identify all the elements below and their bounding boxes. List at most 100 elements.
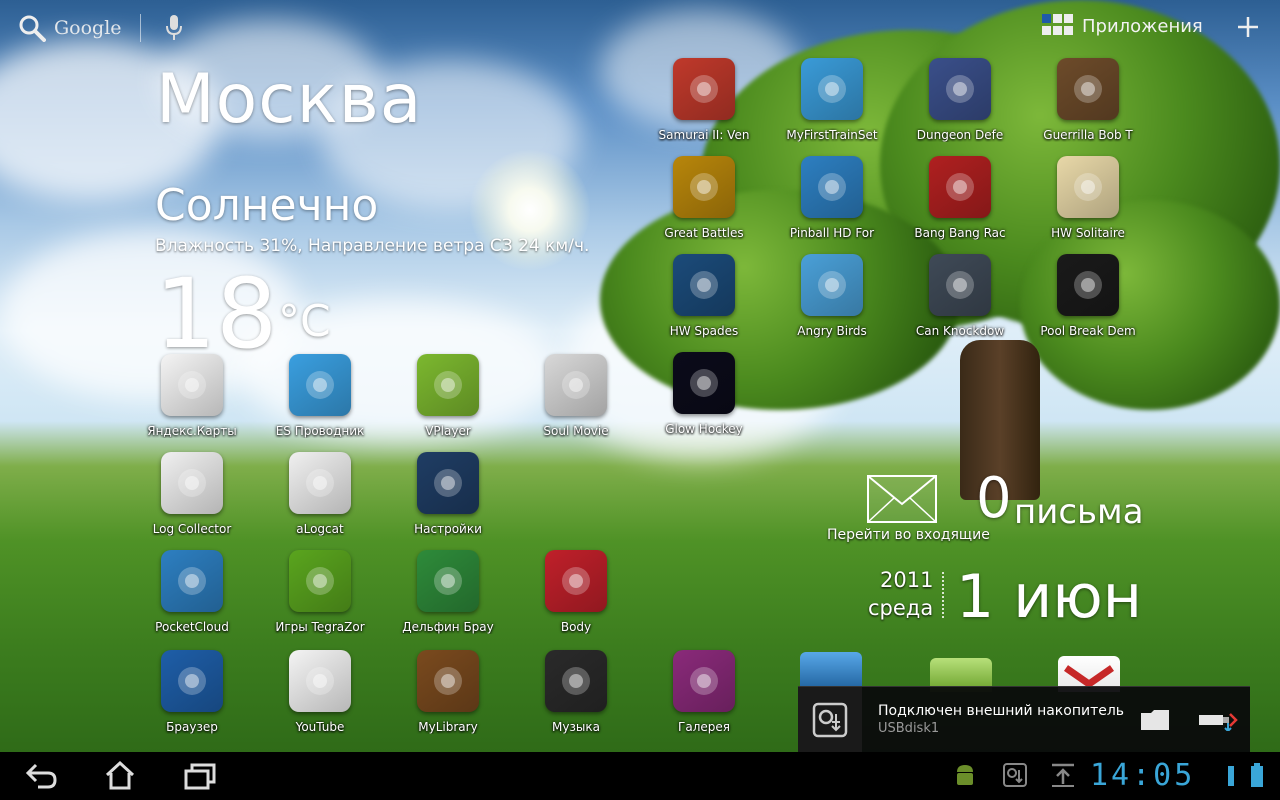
spades-icon (673, 254, 735, 316)
usb-notification[interactable]: Подключен внешний накопитель USBdisk1 (798, 686, 1250, 753)
app-settings[interactable]: Настройки (388, 452, 508, 536)
log-collector-icon (161, 452, 223, 514)
app-youtube[interactable]: YouTube (260, 650, 380, 734)
app-angry-birds[interactable]: Angry Birds (772, 254, 892, 338)
app-label: HW Spades (669, 324, 739, 338)
app-label: Glow Hockey (665, 422, 743, 436)
notification-subtitle: USBdisk1 (878, 721, 940, 736)
pool-ball-icon (1057, 254, 1119, 316)
app-label: HW Solitaire (1051, 226, 1125, 240)
dolphin-browser-icon (417, 550, 479, 612)
app-racing-car[interactable]: Bang Bang Rac (900, 156, 1020, 240)
app-log-collector[interactable]: Log Collector (132, 452, 252, 536)
app-label: Браузер (166, 720, 218, 734)
samurai-game-icon (673, 58, 735, 120)
headphones-icon (545, 650, 607, 712)
app-label: aLogcat (296, 522, 344, 536)
app-heart[interactable]: Body (516, 550, 636, 634)
home-button[interactable] (104, 760, 136, 794)
home-icon (105, 760, 135, 790)
app-label: Pinball HD For (789, 226, 875, 240)
back-arrow-icon (25, 763, 57, 789)
app-label: Soul Movie (543, 424, 609, 438)
app-label: YouTube (295, 720, 345, 734)
mail-word: письма (1014, 492, 1144, 532)
app-label: MyFirstTrainSet (786, 128, 878, 142)
date-separator (942, 572, 944, 618)
weather-unit: °C (278, 296, 331, 347)
app-globe-browser[interactable]: Браузер (132, 650, 252, 734)
usb-storage-icon (798, 687, 862, 753)
battery-icon[interactable] (1250, 762, 1264, 792)
app-train-set[interactable]: MyFirstTrainSet (772, 58, 892, 142)
date-day-month: 1 июн (956, 562, 1142, 632)
racing-car-icon (929, 156, 991, 218)
app-pool-ball[interactable]: Pool Break Dem (1028, 254, 1148, 338)
gallery-icon (673, 650, 735, 712)
app-spades[interactable]: HW Spades (644, 254, 764, 338)
usb-connected-icon[interactable] (1002, 762, 1028, 792)
app-dolphin-browser[interactable]: Дельфин Брау (388, 550, 508, 634)
go-to-inbox-link[interactable]: Перейти во входящие (827, 527, 990, 543)
google-search-bar[interactable]: Google (18, 14, 122, 42)
app-pocketcloud[interactable]: PocketCloud (132, 550, 252, 634)
app-book[interactable]: MyLibrary (388, 650, 508, 734)
yandex-maps-icon (161, 354, 223, 416)
app-glow-hockey[interactable]: Glow Hockey (644, 352, 764, 436)
add-widget-button[interactable] (1236, 15, 1260, 39)
app-label: Дельфин Брау (402, 620, 494, 634)
back-button[interactable] (24, 762, 58, 794)
heart-icon (545, 550, 607, 612)
app-label: PocketCloud (155, 620, 229, 634)
app-label: Body (560, 620, 592, 634)
app-es-explorer[interactable]: ES Проводник (260, 354, 380, 438)
wifi-signal-icon[interactable] (1226, 762, 1236, 792)
microphone-icon (166, 15, 182, 40)
app-yandex-maps[interactable]: Яндекс.Карты (132, 354, 252, 438)
voice-search-button[interactable] (164, 14, 184, 42)
envelope-icon[interactable] (866, 474, 938, 528)
app-vplayer[interactable]: VPlayer (388, 354, 508, 438)
settings-icon (417, 452, 479, 514)
app-film-reel[interactable]: Soul Movie (516, 354, 636, 438)
pinball-icon (801, 156, 863, 218)
app-alogcat[interactable]: aLogcat (260, 452, 380, 536)
apps-button[interactable]: Приложения (1042, 14, 1203, 38)
apps-label: Приложения (1082, 15, 1203, 37)
recent-apps-icon (184, 763, 216, 790)
date-year: 2011 (880, 568, 934, 592)
angry-birds-icon (801, 254, 863, 316)
book-icon (417, 650, 479, 712)
app-solitaire[interactable]: HW Solitaire (1028, 156, 1148, 240)
app-guerrilla-bob[interactable]: Guerrilla Bob T (1028, 58, 1148, 142)
notification-title: Подключен внешний накопитель (878, 703, 1125, 719)
app-headphones[interactable]: Музыка (516, 650, 636, 734)
status-clock[interactable]: 14:05 (1090, 758, 1195, 793)
app-pinball[interactable]: Pinball HD For (772, 156, 892, 240)
app-dungeon-defenders[interactable]: Dungeon Defe (900, 58, 1020, 142)
app-label: Great Battles (664, 226, 744, 240)
app-label: Can Knockdow (915, 324, 1005, 338)
app-can-knockdown[interactable]: Can Knockdow (900, 254, 1020, 338)
nvidia-tegra-icon (289, 550, 351, 612)
solitaire-icon (1057, 156, 1119, 218)
history-channel-icon (673, 156, 735, 218)
folder-icon[interactable] (1140, 709, 1170, 735)
app-history-channel[interactable]: Great Battles (644, 156, 764, 240)
search-icon (19, 15, 46, 42)
es-explorer-icon (289, 354, 351, 416)
app-label: Игры TegraZor (275, 620, 365, 634)
vplayer-icon (417, 354, 479, 416)
film-reel-icon (545, 354, 607, 416)
app-nvidia-tegra[interactable]: Игры TegraZor (260, 550, 380, 634)
download-icon[interactable] (1050, 762, 1076, 792)
app-label: Галерея (678, 720, 730, 734)
app-samurai-game[interactable]: Samurai II: Ven (644, 58, 764, 142)
android-debug-icon[interactable] (954, 762, 976, 792)
recent-apps-button[interactable] (184, 762, 216, 794)
app-gallery[interactable]: Галерея (644, 650, 764, 734)
app-label: Музыка (552, 720, 600, 734)
weather-city[interactable]: Москва (156, 60, 422, 139)
app-label: VPlayer (425, 424, 471, 438)
eject-usb-icon[interactable] (1198, 709, 1238, 735)
